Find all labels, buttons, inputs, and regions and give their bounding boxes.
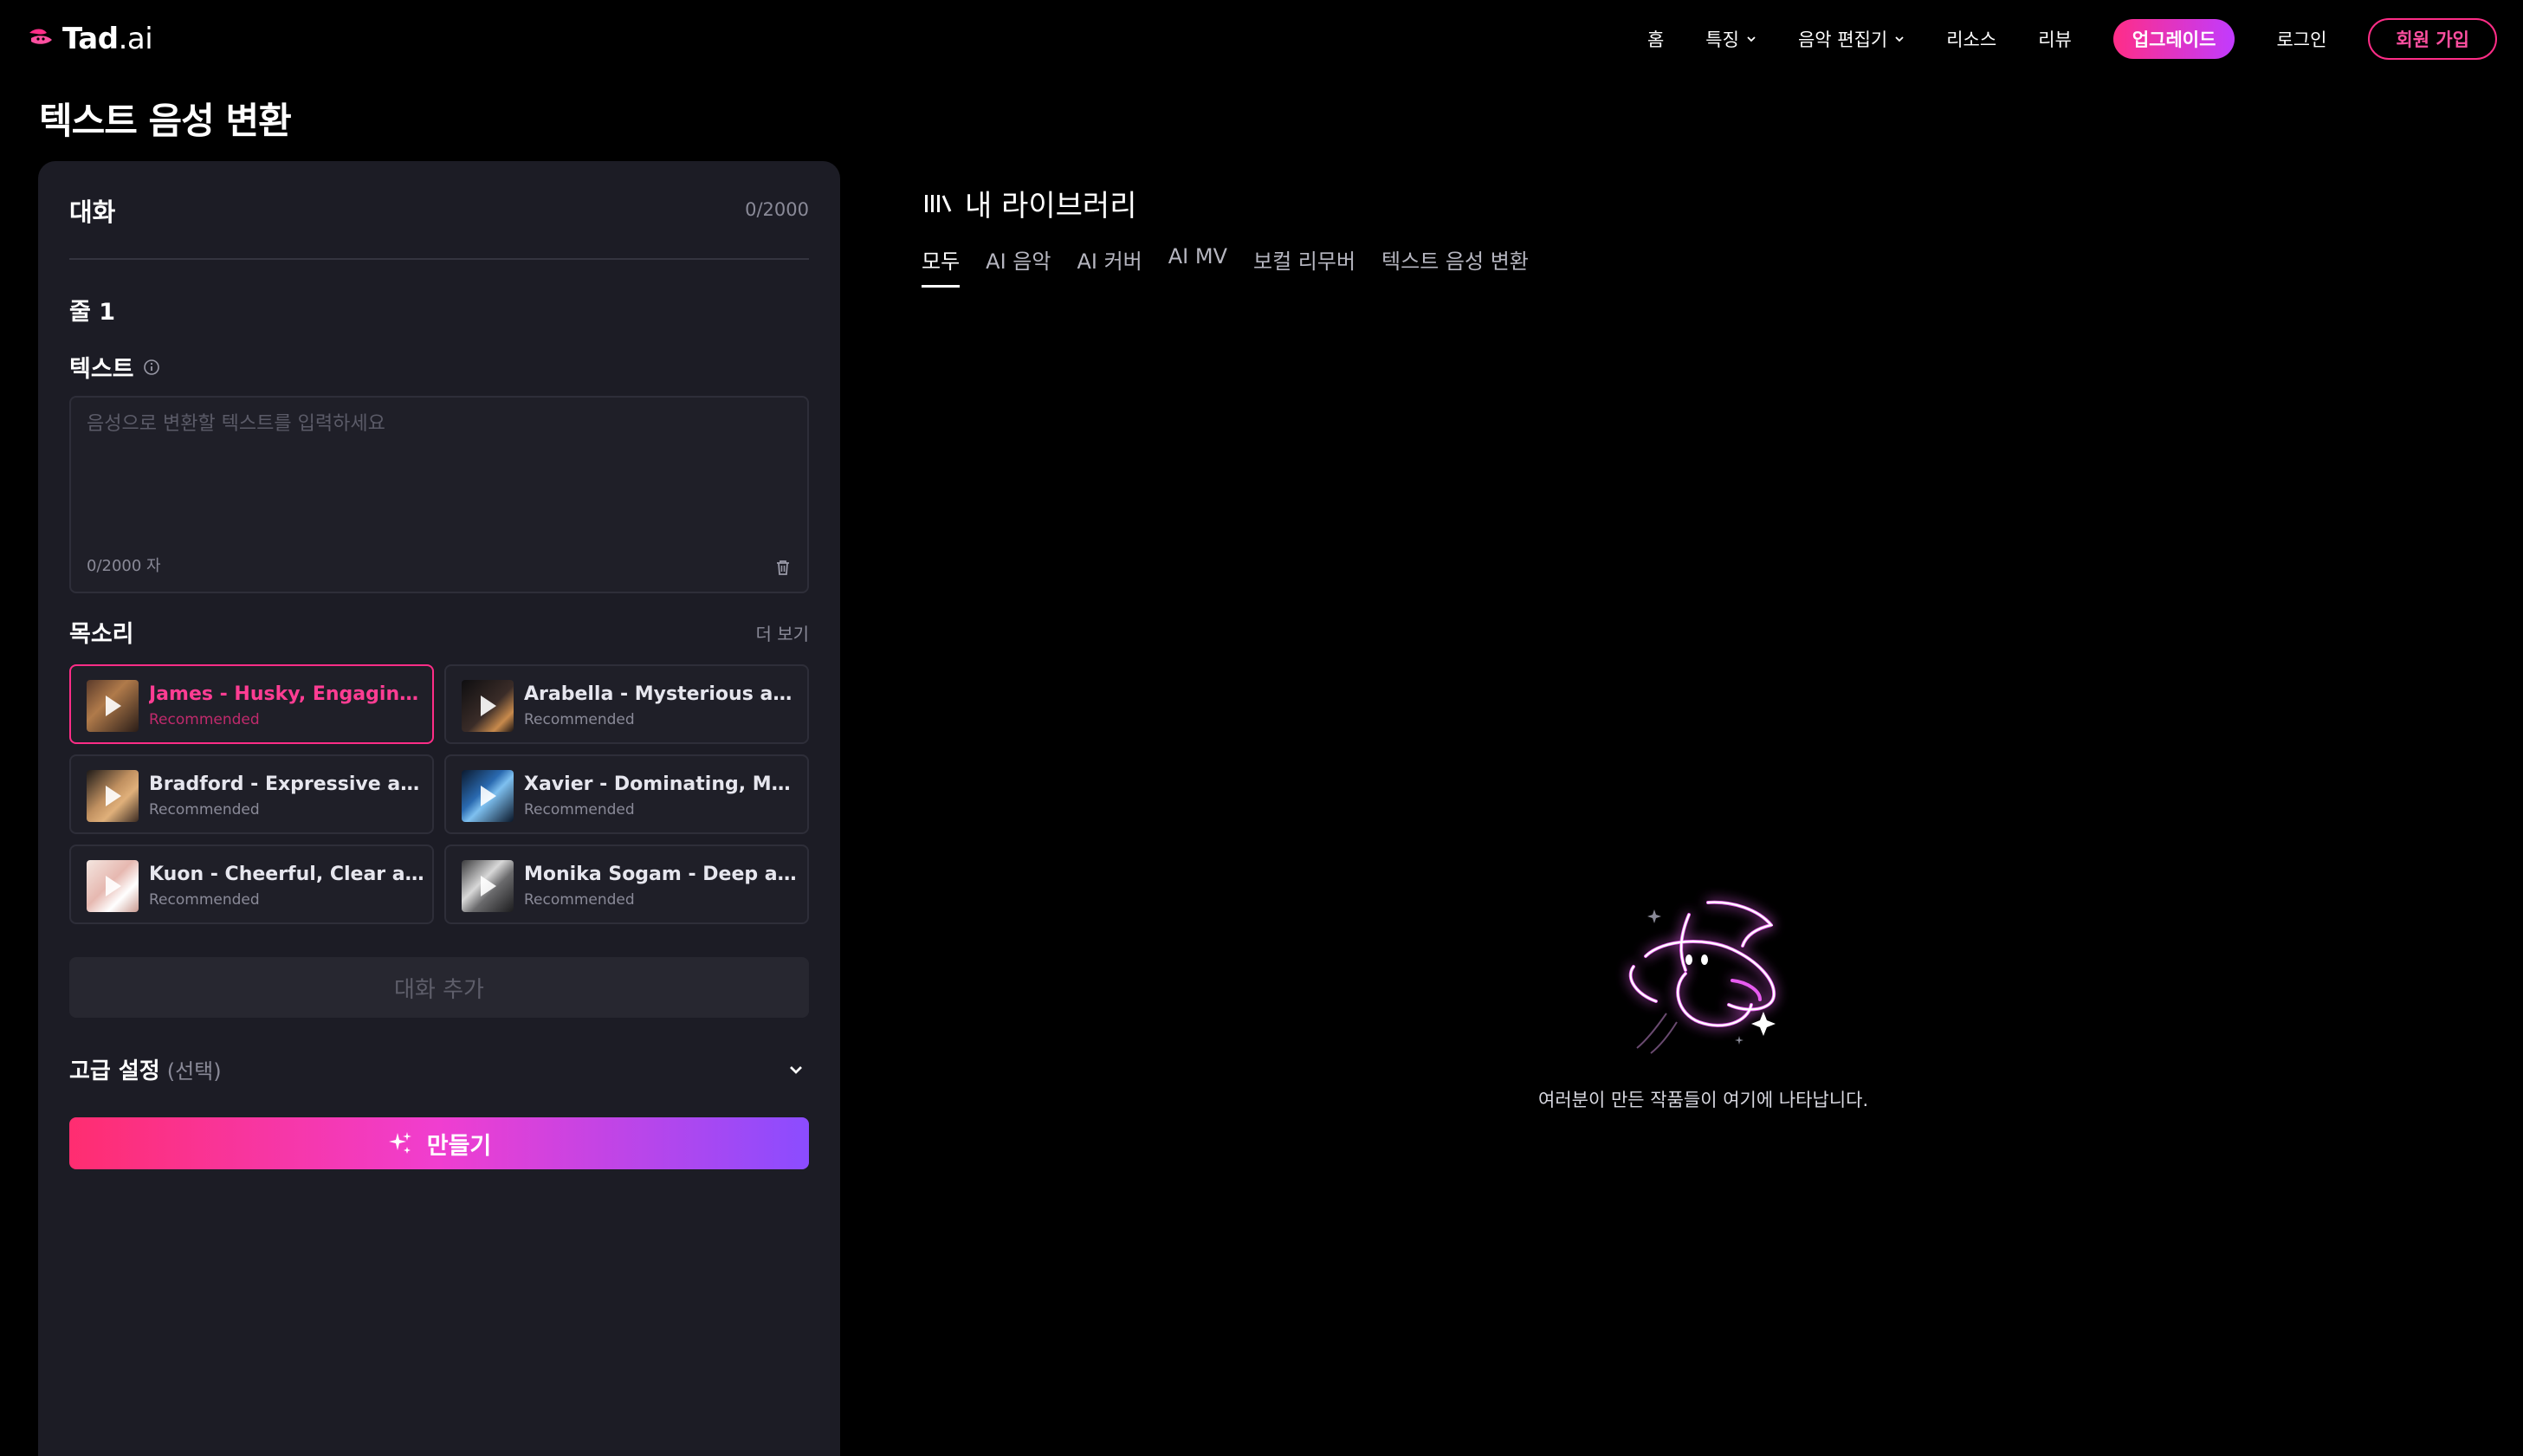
library-icon xyxy=(925,194,952,212)
voice-card-xavier[interactable]: Xavier - Dominating, Metalic ... Recomme… xyxy=(444,754,809,834)
nav-features[interactable]: 특징 xyxy=(1705,26,1756,52)
nav-home[interactable]: 홈 xyxy=(1647,26,1664,52)
page-root: Tad.ai 홈 특징 음악 편집기 리소스 리뷰 업그레이드 로그인 회원 가… xyxy=(0,0,2523,1456)
see-more-link[interactable]: 더 보기 xyxy=(755,620,809,645)
tts-editor-panel: 대화 0/2000 줄 1 텍스트 음성으로 변환할 텍스트를 입력하세요 0/… xyxy=(38,161,840,1456)
tab-ai-cover[interactable]: AI 커버 xyxy=(1077,244,1142,288)
top-nav: Tad.ai 홈 특징 음악 편집기 리소스 리뷰 업그레이드 로그인 회원 가… xyxy=(0,0,2523,78)
library-title: 내 라이브러리 xyxy=(965,189,1137,223)
nav-links: 홈 특징 음악 편집기 리소스 리뷰 업그레이드 로그인 회원 가입 xyxy=(1647,18,2497,60)
voice-avatar xyxy=(462,860,514,912)
chevron-down-icon xyxy=(1747,36,1756,42)
upgrade-button[interactable]: 업그레이드 xyxy=(2112,19,2235,59)
page-title: 텍스트 음성 변환 xyxy=(39,100,292,142)
voice-name: James - Husky, Engaging an... xyxy=(149,683,424,705)
voice-name: Bradford - Expressive and Ar... xyxy=(149,773,424,795)
info-icon[interactable] xyxy=(143,359,160,376)
create-button-label: 만들기 xyxy=(426,1132,492,1160)
voice-tag: Recommended xyxy=(149,711,260,728)
logo[interactable]: Tad.ai xyxy=(26,22,153,56)
voice-tag: Recommended xyxy=(149,891,260,909)
voice-avatar xyxy=(462,770,514,822)
text-label: 텍스트 xyxy=(69,356,134,383)
text-label-row: 텍스트 xyxy=(69,350,160,384)
signup-button[interactable]: 회원 가입 xyxy=(2368,18,2497,60)
library-tabs: 모두 AI 음악 AI 커버 AI MV 보컬 리무버 텍스트 음성 변환 xyxy=(922,244,1529,288)
empty-state-message: 여러분이 만든 작품들이 여기에 나타납니다. xyxy=(1538,1090,1869,1110)
voice-card-james[interactable]: James - Husky, Engaging an... Recommende… xyxy=(69,664,434,744)
text-input[interactable]: 음성으로 변환할 텍스트를 입력하세요 0/2000 자 xyxy=(69,396,809,593)
divider xyxy=(69,258,809,260)
tab-tts[interactable]: 텍스트 음성 변환 xyxy=(1381,244,1529,288)
voice-name: Monika Sogam - Deep and N... xyxy=(524,864,799,885)
create-button[interactable]: 만들기 xyxy=(69,1117,809,1169)
play-icon[interactable] xyxy=(481,786,496,806)
voice-avatar xyxy=(87,680,139,732)
voice-card-arabella[interactable]: Arabella - Mysterious and E... Recommend… xyxy=(444,664,809,744)
voice-card-kuon[interactable]: Kuon - Cheerful, Clear and S... Recommen… xyxy=(69,844,434,924)
tab-all[interactable]: 모두 xyxy=(922,244,961,288)
dialog-title: 대화 xyxy=(69,197,116,227)
text-input-placeholder: 음성으로 변환할 텍스트를 입력하세요 xyxy=(87,413,385,435)
trash-icon[interactable] xyxy=(773,557,793,578)
line-label: 줄 1 xyxy=(69,299,116,326)
library-header: 내 라이브러리 xyxy=(923,182,1137,224)
advanced-settings-title: 고급 설정 xyxy=(69,1058,160,1084)
voice-card-monika[interactable]: Monika Sogam - Deep and N... Recommended xyxy=(444,844,809,924)
add-dialog-button[interactable]: 대화 추가 xyxy=(69,957,809,1018)
advanced-settings-optional: (선택) xyxy=(166,1059,222,1084)
play-icon[interactable] xyxy=(106,696,121,716)
tad-logo-icon xyxy=(29,29,52,44)
voice-card-bradford[interactable]: Bradford - Expressive and Ar... Recommen… xyxy=(69,754,434,834)
tab-ai-music[interactable]: AI 음악 xyxy=(986,244,1051,288)
voice-name: Arabella - Mysterious and E... xyxy=(524,683,799,705)
voice-tag: Recommended xyxy=(524,891,635,909)
char-count: 0/2000 자 xyxy=(87,557,161,575)
nav-resources[interactable]: 리소스 xyxy=(1946,26,1996,52)
chevron-down-icon[interactable] xyxy=(788,1062,804,1077)
chevron-down-icon xyxy=(1895,36,1904,42)
advanced-settings-toggle[interactable]: 고급 설정 (선택) xyxy=(69,1053,222,1085)
play-icon[interactable] xyxy=(481,696,496,716)
sparkle-icon xyxy=(388,1132,411,1154)
login-link[interactable]: 로그인 xyxy=(2276,26,2326,52)
voice-name: Xavier - Dominating, Metalic ... xyxy=(524,773,799,795)
voice-tag: Recommended xyxy=(524,801,635,819)
voice-avatar xyxy=(87,860,139,912)
tab-ai-mv[interactable]: AI MV xyxy=(1168,244,1227,288)
voice-tag: Recommended xyxy=(524,711,635,728)
voice-name: Kuon - Cheerful, Clear and S... xyxy=(149,864,424,885)
voice-tag: Recommended xyxy=(149,801,260,819)
voice-section-title: 목소리 xyxy=(69,621,134,648)
nav-music-editor[interactable]: 음악 편집기 xyxy=(1798,26,1905,52)
play-icon[interactable] xyxy=(106,876,121,896)
dialog-count: 0/2000 xyxy=(745,199,809,220)
play-icon[interactable] xyxy=(106,786,121,806)
voice-avatar xyxy=(87,770,139,822)
nav-reviews[interactable]: 리뷰 xyxy=(2038,26,2072,52)
play-icon[interactable] xyxy=(481,876,496,896)
logo-text: Tad.ai xyxy=(62,22,153,56)
tab-vocal-remover[interactable]: 보컬 리무버 xyxy=(1253,244,1355,288)
voice-avatar xyxy=(462,680,514,732)
